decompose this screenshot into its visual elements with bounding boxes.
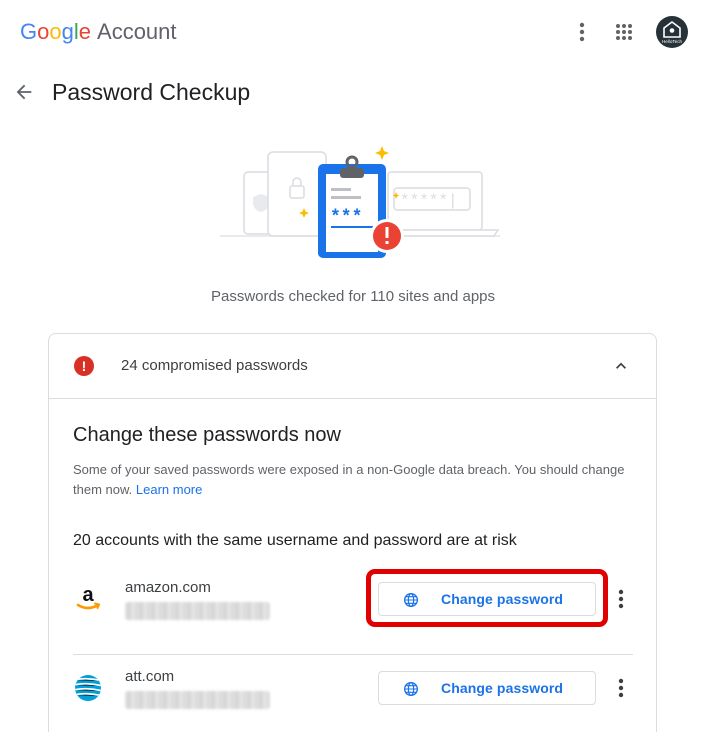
learn-more-link[interactable]: Learn more bbox=[136, 482, 202, 497]
checked-summary: Passwords checked for 110 sites and apps bbox=[210, 288, 496, 305]
more-vert-icon bbox=[618, 678, 624, 698]
change-password-label: Change password bbox=[441, 680, 564, 696]
svg-text:*****|: *****| bbox=[400, 192, 458, 210]
alert-icon: ! bbox=[74, 356, 94, 376]
brand-letter-3: o bbox=[49, 19, 62, 44]
section-description: Some of your saved passwords were expose… bbox=[73, 460, 633, 500]
avatar-logo: HelloTech bbox=[662, 21, 683, 44]
page: Google Account HelloTech Password Checkup bbox=[0, 0, 706, 732]
back-button[interactable] bbox=[10, 78, 38, 106]
change-password-label: Change password bbox=[441, 591, 564, 607]
avatar[interactable]: HelloTech bbox=[656, 16, 688, 48]
risk-heading: 20 accounts with the same username and p… bbox=[73, 532, 517, 549]
change-password-button[interactable]: Change password bbox=[378, 582, 596, 616]
att-logo bbox=[75, 675, 101, 701]
blurred-username bbox=[125, 691, 270, 709]
amazon-logo: a bbox=[76, 584, 101, 610]
site-name: amazon.com bbox=[125, 579, 211, 596]
password-checkup-illustration: *****| *** bbox=[220, 146, 500, 258]
compromised-passwords-card: ! 24 compromised passwords Change these … bbox=[48, 333, 657, 732]
top-bar: Google Account HelloTech bbox=[0, 0, 706, 64]
compromised-count-label: 24 compromised passwords bbox=[121, 357, 308, 374]
brand-letter-1: G bbox=[20, 19, 38, 44]
google-account-logo[interactable]: Google Account bbox=[20, 18, 177, 46]
apps-grid-icon[interactable] bbox=[608, 16, 640, 48]
site-name: att.com bbox=[125, 668, 175, 685]
chevron-up-icon[interactable] bbox=[611, 356, 631, 376]
svg-text:a: a bbox=[82, 584, 94, 606]
more-vert-icon[interactable] bbox=[566, 16, 598, 48]
brand-letter-2: o bbox=[37, 19, 50, 44]
svg-text:***: *** bbox=[330, 208, 362, 228]
more-options-button[interactable] bbox=[609, 675, 633, 701]
page-title: Password Checkup bbox=[52, 79, 251, 105]
back-arrow-icon bbox=[16, 84, 32, 100]
svg-text:HelloTech: HelloTech bbox=[662, 39, 683, 44]
globe-icon bbox=[404, 682, 418, 696]
more-options-button[interactable] bbox=[609, 586, 633, 612]
globe-icon bbox=[404, 593, 418, 607]
account-row: a amazon.com Change password bbox=[73, 566, 633, 655]
brand-letter-6: e bbox=[78, 19, 92, 44]
brand-letter-4: g bbox=[61, 19, 74, 44]
section-title: Change these passwords now bbox=[73, 424, 341, 446]
compromised-header[interactable]: ! 24 compromised passwords bbox=[49, 334, 656, 399]
account-row: att.com Change password bbox=[73, 655, 633, 732]
more-vert-icon bbox=[618, 589, 624, 609]
change-password-button[interactable]: Change password bbox=[378, 671, 596, 705]
brand-suffix: Account bbox=[97, 19, 177, 44]
blurred-username bbox=[125, 602, 270, 620]
